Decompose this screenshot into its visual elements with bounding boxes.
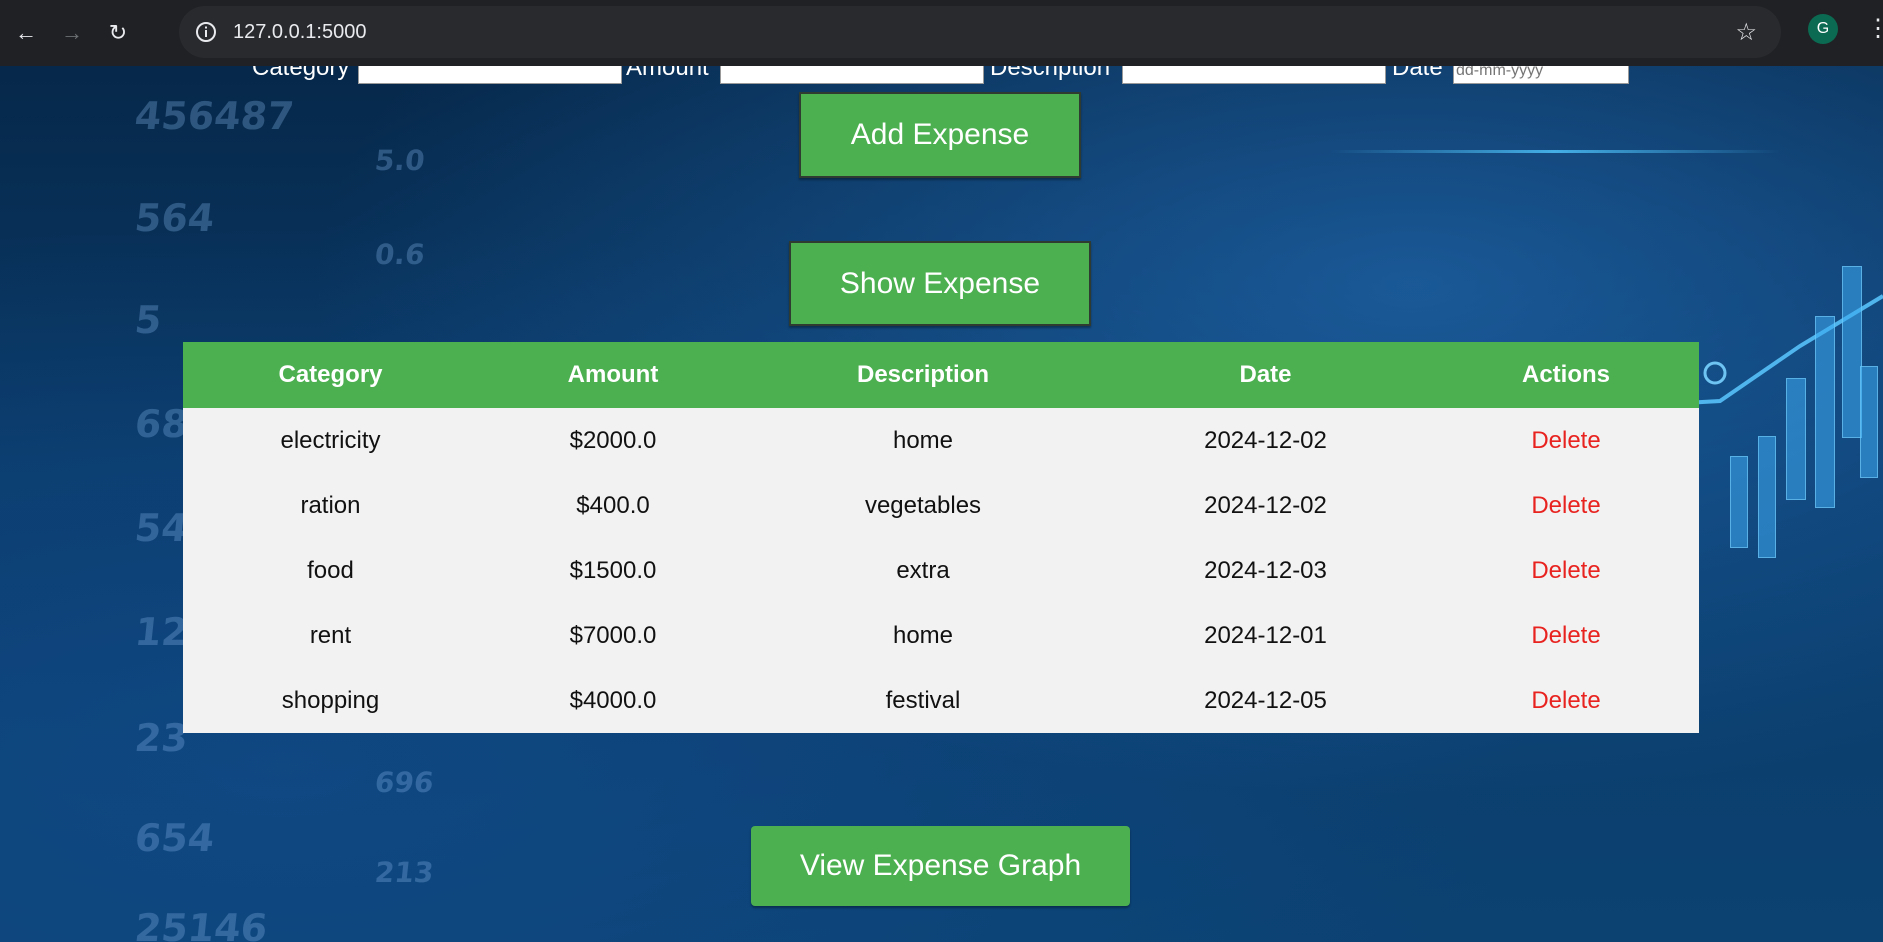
- bg-candle: [1730, 456, 1748, 548]
- url-text[interactable]: 127.0.0.1:5000: [233, 21, 366, 44]
- profile-avatar[interactable]: G: [1808, 14, 1838, 44]
- page-body: 456487 564 5 68 54 12 23 654 25146 5.0 0…: [0, 66, 1883, 942]
- bg-glow-line: [1330, 150, 1780, 153]
- cell-actions: Delete: [1433, 668, 1699, 733]
- bg-candle: [1815, 316, 1835, 508]
- cell-actions: Delete: [1433, 473, 1699, 538]
- delete-link[interactable]: Delete: [1531, 622, 1600, 649]
- date-label: Date: [1392, 66, 1443, 81]
- cell-description: festival: [885, 686, 961, 714]
- bg-candle: [1786, 378, 1806, 500]
- menu-kebab-icon[interactable]: ⋮: [1866, 14, 1883, 43]
- cell-description: home: [892, 426, 954, 454]
- bg-candle: [1758, 436, 1776, 558]
- date-input[interactable]: [1453, 66, 1629, 84]
- site-info-icon[interactable]: [191, 17, 221, 47]
- bookmark-star-icon[interactable]: ☆: [1735, 18, 1757, 47]
- column-header-date: Date: [1098, 342, 1433, 408]
- delete-link[interactable]: Delete: [1531, 687, 1600, 714]
- bg-number: 5.0: [373, 144, 427, 177]
- delete-link[interactable]: Delete: [1531, 557, 1600, 584]
- bg-number: 25146: [132, 906, 270, 942]
- bg-number: 564: [132, 196, 217, 240]
- expense-form: Category Amount Description Date: [0, 66, 1883, 88]
- bg-number: 54: [132, 506, 191, 550]
- browser-toolbar: ← → ↻ 127.0.0.1:5000 ☆ G ⋮: [0, 0, 1883, 67]
- bg-number: 654: [132, 816, 217, 860]
- forward-arrow-icon[interactable]: →: [52, 13, 92, 53]
- cell-actions: Delete: [1433, 538, 1699, 603]
- cell-amount: $400.0: [576, 491, 650, 519]
- cell-category: ration: [300, 491, 361, 519]
- cell-amount: $1500.0: [569, 556, 657, 584]
- table-row: shopping $4000.0 festival 2024-12-05 Del…: [183, 668, 1699, 733]
- cell-actions: Delete: [1433, 603, 1699, 668]
- table-row: electricity $2000.0 home 2024-12-02 Dele…: [183, 408, 1699, 473]
- column-header-description: Description: [748, 342, 1098, 408]
- amount-label: Amount: [626, 66, 709, 81]
- cell-date: 2024-12-03: [1204, 556, 1327, 584]
- description-input[interactable]: [1122, 66, 1386, 84]
- show-expense-button[interactable]: Show Expense: [789, 241, 1091, 326]
- back-arrow-icon[interactable]: ←: [6, 13, 46, 53]
- column-header-category: Category: [183, 342, 478, 408]
- delete-link[interactable]: Delete: [1531, 427, 1600, 454]
- cell-amount: $2000.0: [569, 426, 657, 454]
- table-row: ration $400.0 vegetables 2024-12-02 Dele…: [183, 473, 1699, 538]
- column-header-actions: Actions: [1433, 342, 1699, 408]
- cell-category: rent: [309, 621, 352, 649]
- delete-link[interactable]: Delete: [1531, 492, 1600, 519]
- cell-amount: $4000.0: [569, 686, 657, 714]
- table-header-row: Category Amount Description Date Actions: [183, 342, 1699, 408]
- expense-table: Category Amount Description Date Actions…: [183, 342, 1699, 733]
- cell-date: 2024-12-02: [1204, 426, 1327, 454]
- bg-number: 23: [132, 716, 191, 760]
- cell-category: food: [307, 556, 354, 584]
- bg-marker-circle: [1703, 361, 1727, 385]
- cell-amount: $7000.0: [569, 621, 657, 649]
- category-label: Category: [252, 66, 350, 81]
- category-input[interactable]: [358, 66, 622, 84]
- cell-description: home: [892, 621, 954, 649]
- bg-number: 68: [132, 402, 191, 446]
- cell-category: electricity: [280, 426, 381, 454]
- bg-number: 696: [373, 766, 436, 799]
- add-expense-button[interactable]: Add Expense: [799, 92, 1081, 178]
- bg-candle: [1860, 366, 1878, 478]
- cell-description: vegetables: [864, 491, 982, 519]
- bg-number: 0.6: [373, 238, 427, 271]
- table-row: rent $7000.0 home 2024-12-01 Delete: [183, 603, 1699, 668]
- address-bar[interactable]: 127.0.0.1:5000 ☆: [179, 6, 1781, 58]
- view-expense-graph-button[interactable]: View Expense Graph: [751, 826, 1130, 906]
- bg-candle: [1842, 266, 1862, 438]
- table-row: food $1500.0 extra 2024-12-03 Delete: [183, 538, 1699, 603]
- column-header-amount: Amount: [478, 342, 748, 408]
- bg-number: 456487: [132, 94, 296, 138]
- description-label: Description: [990, 66, 1111, 81]
- cell-actions: Delete: [1433, 408, 1699, 473]
- cell-description: extra: [896, 556, 950, 584]
- cell-category: shopping: [281, 686, 380, 714]
- cell-date: 2024-12-02: [1204, 491, 1327, 519]
- cell-date: 2024-12-05: [1204, 686, 1327, 714]
- reload-icon[interactable]: ↻: [98, 13, 138, 53]
- amount-input[interactable]: [720, 66, 984, 84]
- bg-number: 213: [373, 856, 436, 889]
- bg-number: 12: [132, 610, 191, 654]
- bg-number: 5: [132, 298, 164, 342]
- cell-date: 2024-12-01: [1204, 621, 1327, 649]
